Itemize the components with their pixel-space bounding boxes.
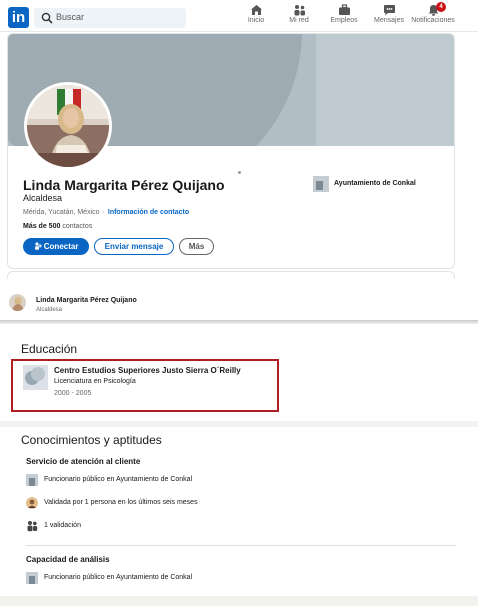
send-message-button-label: Enviar mensaje (104, 242, 164, 251)
nav-messaging[interactable]: Mensajes (373, 4, 405, 30)
sticky-name: Linda Margarita Pérez Quijano (36, 297, 137, 304)
search-icon (41, 12, 53, 24)
top-navigation: in Buscar Inicio Mi red Empleos Mensajes… (0, 0, 478, 32)
profile-headline: Alcaldesa (23, 193, 63, 203)
network-icon (294, 5, 305, 16)
skill-separator (26, 545, 456, 546)
contacts-label: contactos (62, 223, 93, 230)
messaging-icon (383, 5, 395, 16)
home-icon (250, 5, 262, 15)
school-logo-icon[interactable] (23, 365, 48, 390)
profile-photo-image (27, 85, 109, 167)
nav-jobs-label: Empleos (330, 17, 358, 24)
education-dates: 2000 - 2005 (54, 390, 92, 397)
company-logo-icon (313, 176, 329, 192)
nav-notifications-label: Notificaciones (411, 17, 455, 24)
page-bottom-edge (0, 596, 478, 606)
nav-home[interactable]: Inicio (244, 4, 268, 30)
nav-notifications[interactable]: Notificaciones 4 (410, 2, 456, 30)
skills-title: Conocimientos y aptitudes (21, 433, 162, 447)
profile-name: Linda Margarita Pérez Quijano (23, 177, 225, 193)
skill-endorsement-count-text: 1 validación (44, 522, 81, 529)
skill-name[interactable]: Capacidad de análisis (26, 555, 110, 564)
search-placeholder: Buscar (56, 12, 85, 22)
section-divider (0, 421, 478, 427)
nav-network-label: Mi red (289, 17, 309, 24)
sticky-profile-header: Linda Margarita Pérez Quijano Alcaldesa (0, 292, 478, 320)
education-degree: Licenciatura en Psicología (54, 378, 136, 385)
linkedin-logo[interactable]: in (8, 7, 29, 28)
skill-endorsement-recent-text: Validada por 1 persona en los últimos se… (44, 499, 198, 506)
nav-network[interactable]: Mi red (286, 4, 312, 30)
nav-messaging-label: Mensajes (374, 17, 404, 24)
more-button-label: Más (188, 242, 205, 251)
sticky-headline: Alcaldesa (36, 307, 63, 313)
skill-name[interactable]: Servicio de atención al cliente (26, 457, 140, 466)
current-company-name: Ayuntamiento de Conkal (334, 180, 416, 187)
add-person-icon (34, 242, 42, 250)
skill-context-text: Funcionario público en Ayuntamiento de C… (44, 476, 193, 483)
contacts-count: Más de 500 (23, 223, 61, 230)
contacts-count-row[interactable]: Más de 500 contactos (23, 223, 92, 230)
profile-location-row: Mérida, Yucatán, México · Información de c… (23, 209, 190, 216)
nav-home-label: Inicio (247, 17, 265, 24)
sticky-header-shadow (0, 320, 478, 324)
company-logo-icon (26, 474, 38, 486)
dot-indicator (238, 171, 241, 174)
briefcase-icon (338, 4, 350, 15)
contact-info-link[interactable]: Información de contacto (108, 209, 189, 216)
notification-count-badge: 4 (436, 2, 446, 12)
connect-button-label: Conectar (43, 242, 79, 251)
profile-card: Linda Margarita Pérez Quijano Alcaldesa … (7, 33, 455, 269)
more-button[interactable]: Más (179, 238, 214, 255)
endorser-avatar-icon (26, 497, 38, 509)
mini-avatar[interactable] (9, 294, 26, 311)
profile-photo[interactable] (24, 82, 112, 170)
people-icon (27, 521, 38, 532)
profile-location: Mérida, Yucatán, México (23, 209, 100, 216)
company-logo-icon (26, 572, 38, 584)
next-card-edge (7, 271, 455, 279)
skill-context-text: Funcionario público en Ayuntamiento de C… (44, 574, 193, 581)
send-message-button[interactable]: Enviar mensaje (94, 238, 174, 255)
education-school[interactable]: Centro Estudios Superiores Justo Sierra … (54, 366, 241, 375)
mini-avatar-image (9, 294, 26, 311)
search-input[interactable]: Buscar (34, 8, 186, 28)
nav-jobs[interactable]: Empleos (330, 4, 358, 30)
connect-button[interactable]: Conectar (23, 238, 89, 255)
education-title: Educación (21, 342, 78, 356)
